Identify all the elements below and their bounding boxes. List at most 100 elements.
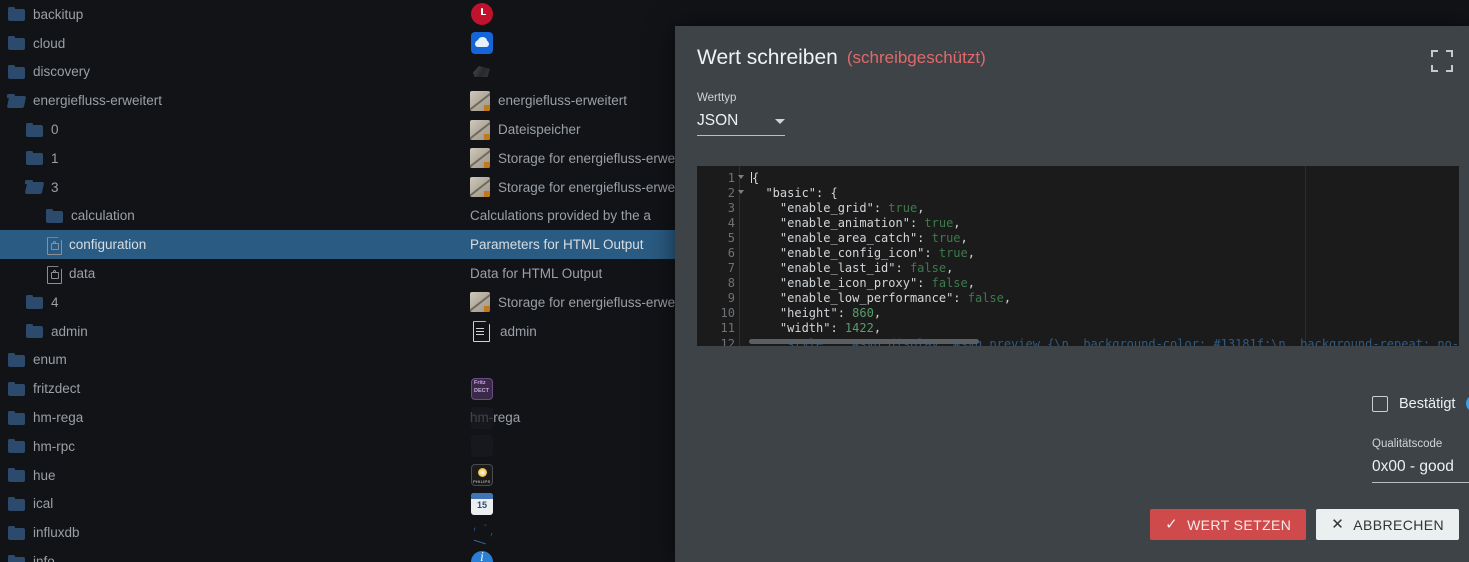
object-icon-slot	[471, 518, 497, 547]
radar-icon	[471, 61, 493, 83]
clock-icon	[471, 3, 493, 26]
folder-icon	[8, 468, 25, 483]
quality-code-value: 0x00 - good	[1372, 458, 1454, 475]
tree-row-name-cell: influxdb	[0, 525, 470, 540]
editor-line: "enable_low_performance": false,	[751, 291, 1012, 306]
chevron-down-icon	[775, 118, 785, 124]
object-icon-column	[471, 0, 497, 562]
tree-row-name-cell: ical	[0, 496, 470, 511]
editor-code-area[interactable]: { "basic": { "enable_grid": true, "enabl…	[739, 166, 1459, 346]
tree-row-label: 3	[51, 179, 59, 195]
folder-open-icon	[7, 93, 25, 108]
tree-row-name-cell: admin	[0, 324, 470, 339]
hue-icon	[471, 464, 493, 487]
tree-row-description: Calculations provided by the a	[470, 208, 651, 224]
object-icon-slot	[471, 346, 497, 375]
tree-row-label: ical	[33, 496, 54, 512]
confirm-row: Bestätigt i	[1372, 395, 1469, 412]
editor-line: "enable_grid": true,	[751, 201, 925, 216]
object-icon-slot	[471, 0, 497, 29]
tree-row-label: fritzdect	[33, 381, 81, 397]
editor-line-number: 11	[720, 321, 735, 336]
json-code-editor[interactable]: 1 2 3 4 5 6 7 8 9 10 11 12 { "basic": { "enable_gri…	[697, 166, 1459, 346]
quality-code-field: Qualitätscode 0x00 - good	[1372, 438, 1469, 483]
editor-line-number: 8	[727, 276, 735, 291]
tree-row-label: cloud	[33, 35, 66, 51]
cal-icon	[471, 492, 493, 515]
quality-code-select[interactable]: 0x00 - good	[1372, 458, 1469, 483]
tree-row-description: admin	[500, 323, 537, 339]
tree-row-label: info	[33, 554, 55, 562]
tree-row-name-cell: configuration	[0, 236, 470, 253]
tree-row-name-cell: 0	[0, 122, 470, 137]
fullscreen-icon[interactable]	[1431, 50, 1453, 72]
object-icon-slot	[471, 288, 497, 317]
tree-row[interactable]: backitup	[0, 0, 1469, 29]
tree-row-name-cell: hm-rpc	[0, 439, 470, 454]
tree-row-label: calculation	[71, 208, 135, 224]
value-type-select[interactable]: JSON	[697, 112, 785, 136]
tree-row-label: data	[69, 266, 96, 282]
confirm-checkbox[interactable]	[1372, 395, 1388, 412]
object-icon-slot	[471, 230, 497, 259]
folder-icon	[8, 410, 25, 425]
dialog-header: Wert schreiben (schreibgeschützt)	[675, 26, 1469, 72]
text-cursor	[751, 172, 752, 183]
tree-row-label: 0	[51, 122, 59, 138]
editor-line: "enable_area_catch": true,	[751, 231, 968, 246]
tree-row-name-cell: energiefluss-erweitert	[0, 93, 470, 108]
object-icon-slot	[471, 403, 497, 432]
dialog-title: Wert schreiben	[697, 46, 838, 69]
editor-line: "enable_icon_proxy": false,	[751, 276, 975, 291]
object-icon-slot	[471, 490, 497, 519]
value-type-value: JSON	[697, 112, 739, 129]
tree-row-label: 1	[51, 150, 59, 166]
tree-row-name-cell: calculation	[0, 208, 470, 223]
editor-line: "width": 1422,	[751, 321, 882, 336]
editor-horizontal-scrollbar[interactable]	[749, 339, 979, 344]
folder-icon	[8, 352, 25, 367]
folder-icon	[8, 439, 25, 454]
editor-line-number: 9	[727, 291, 735, 306]
tree-row-name-cell: 1	[0, 151, 470, 166]
quality-code-label: Qualitätscode	[1372, 438, 1443, 450]
value-type-label: Werttyp	[697, 92, 737, 104]
set-value-button[interactable]: ✓ WERT SETZEN	[1150, 509, 1307, 540]
editor-line-number: 4	[727, 216, 735, 231]
locked-document-icon	[46, 236, 61, 253]
cancel-button[interactable]: ✕ ABBRECHEN	[1316, 509, 1459, 540]
tree-row-label: influxdb	[33, 525, 80, 541]
editor-line-number: 10	[720, 306, 735, 321]
editor-line: "enable_last_id": false,	[751, 261, 954, 276]
folder-open-icon	[25, 180, 43, 194]
editor-line-number: 2	[697, 186, 744, 201]
tree-row-name-cell: discovery	[0, 64, 470, 79]
tree-row-name-cell: hue	[0, 468, 470, 483]
folder-icon	[8, 525, 25, 540]
tree-row-description: energiefluss-erweitert	[498, 93, 628, 109]
folder-icon	[26, 324, 43, 339]
locked-document-icon	[46, 265, 61, 282]
tree-row-label: hm-rpc	[33, 438, 76, 454]
object-icon-slot	[471, 173, 497, 202]
editor-line: "height": 860,	[751, 306, 882, 321]
tree-row-description: Storage for energiefluss-erwe	[498, 179, 676, 195]
folder-icon	[8, 381, 25, 396]
editor-line: "basic": {	[751, 186, 838, 201]
editor-line-number: 6	[727, 246, 735, 261]
tree-row-name-cell: 3	[0, 180, 470, 195]
tree-row-label: enum	[33, 352, 67, 368]
tree-row-name-cell: info	[0, 554, 470, 562]
object-icon-slot	[471, 86, 497, 115]
tree-row-label: hm-rega	[33, 410, 84, 426]
folder-icon	[26, 151, 43, 166]
tree-row-name-cell: data	[0, 265, 470, 282]
tree-row-label: configuration	[69, 237, 147, 253]
tree-row-name-cell: hm-rega	[0, 410, 470, 425]
tree-row-name-cell: cloud	[0, 36, 470, 51]
fritz-icon	[471, 377, 493, 400]
folder-icon	[8, 554, 25, 562]
object-icon-slot	[471, 461, 497, 490]
check-icon: ✓	[1165, 516, 1179, 533]
tree-row-name-cell: enum	[0, 352, 470, 367]
